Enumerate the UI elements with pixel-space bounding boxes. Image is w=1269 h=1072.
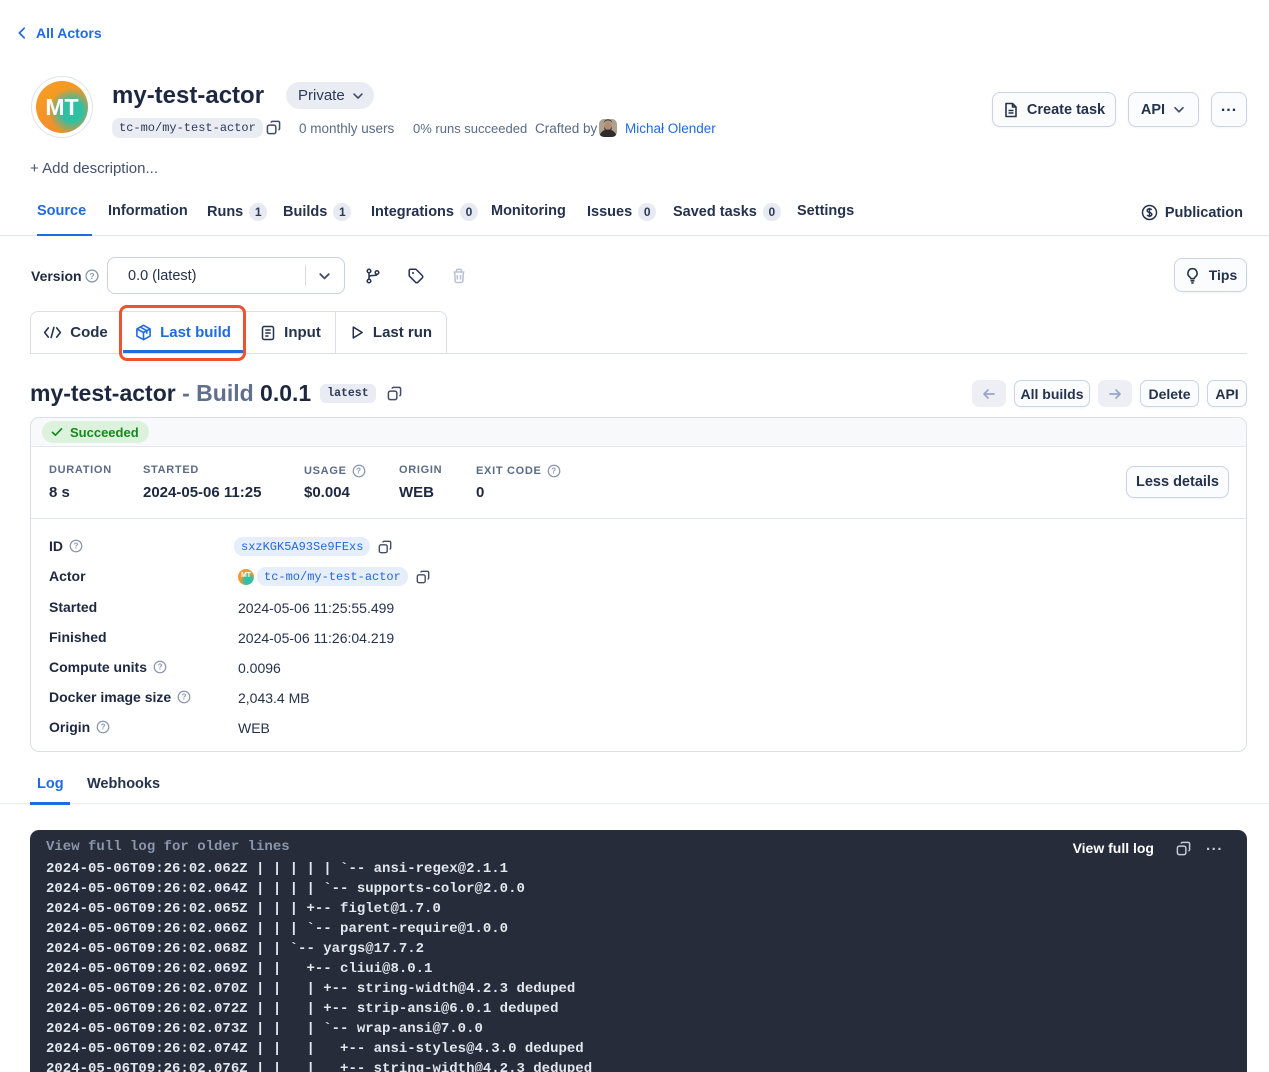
svg-text:?: ? xyxy=(158,663,163,672)
svg-text:?: ? xyxy=(101,723,106,732)
svg-text:?: ? xyxy=(182,693,187,702)
svg-text:?: ? xyxy=(89,271,94,281)
svg-text:?: ? xyxy=(356,467,361,476)
svg-text:?: ? xyxy=(74,542,79,551)
svg-text:?: ? xyxy=(551,467,556,476)
